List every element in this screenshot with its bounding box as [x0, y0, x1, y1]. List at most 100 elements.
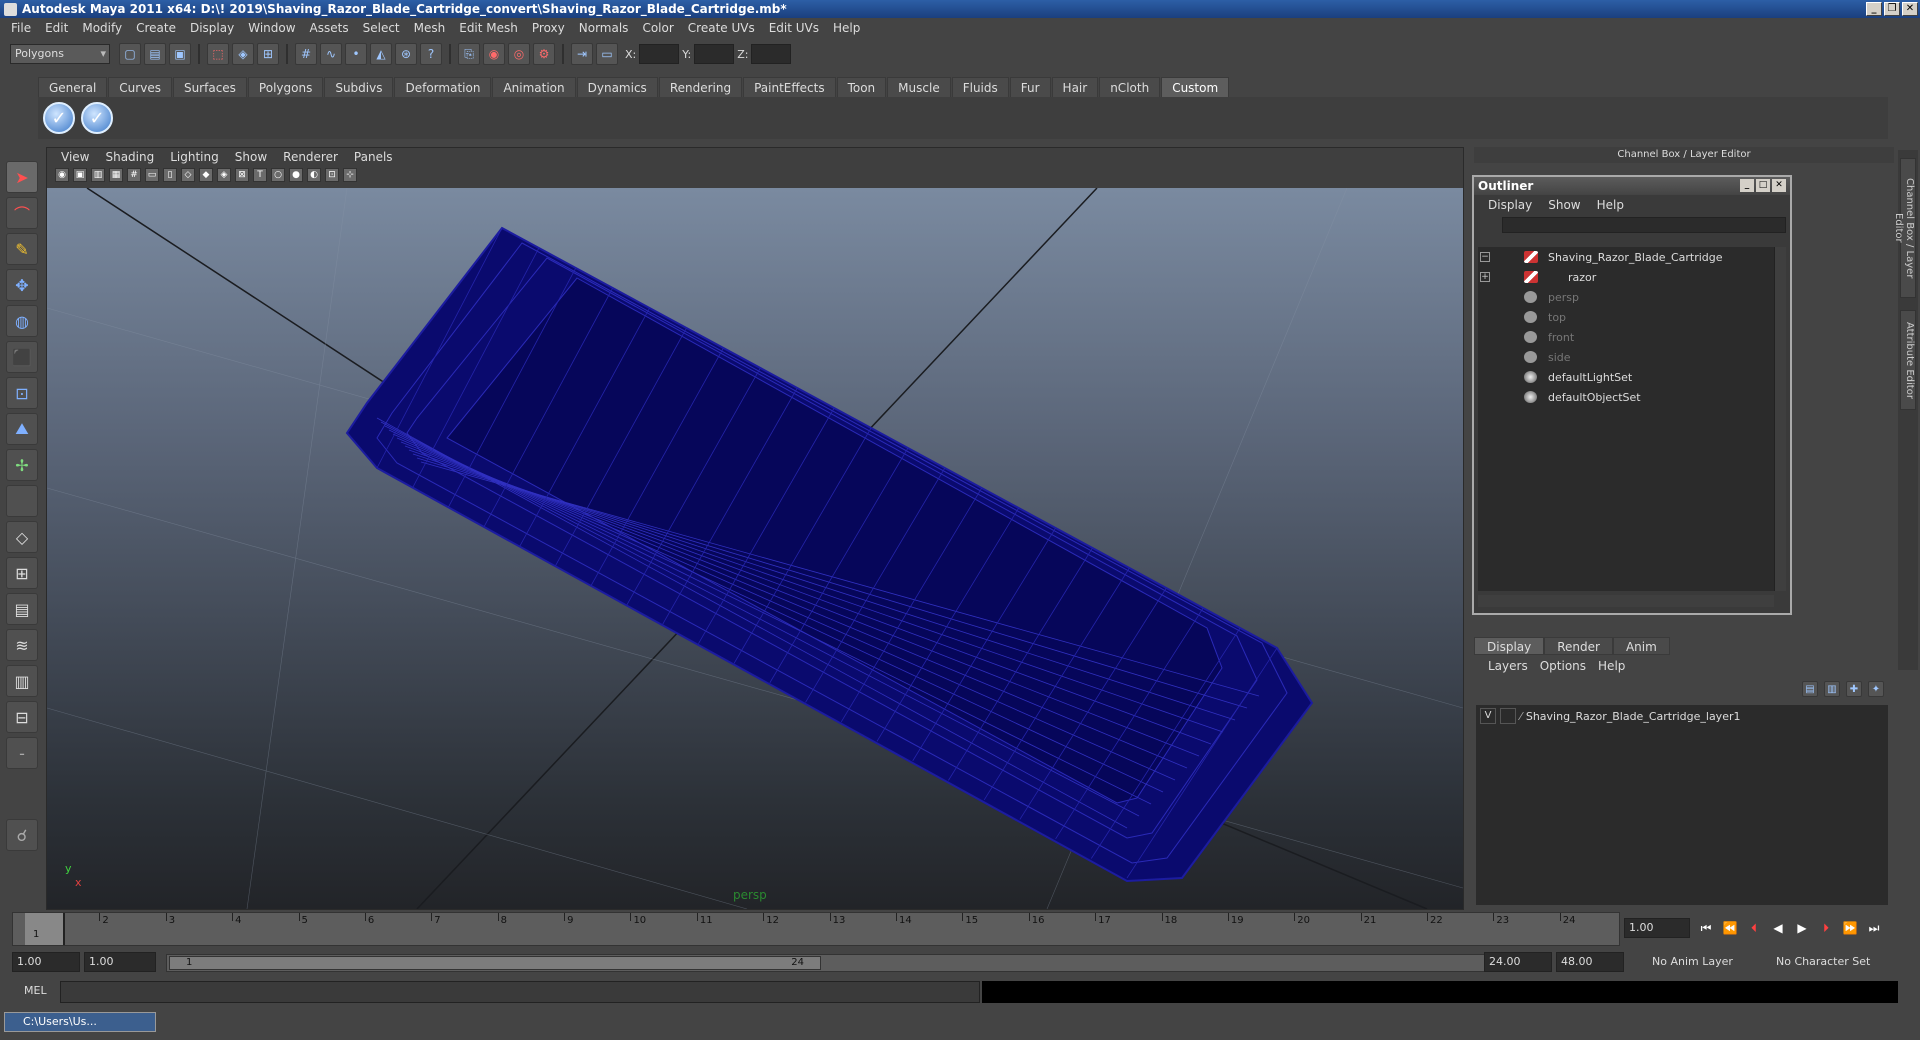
- soft-modify-tool-icon[interactable]: ⛰: [6, 413, 38, 445]
- menu-color[interactable]: Color: [635, 21, 680, 35]
- viewport-menu-show[interactable]: Show: [227, 150, 275, 164]
- tab-toon[interactable]: Toon: [836, 77, 887, 97]
- step-back-key-icon[interactable]: ⏪: [1722, 920, 1738, 936]
- menu-proxy[interactable]: Proxy: [525, 21, 572, 35]
- save-scene-icon[interactable]: ▣: [169, 43, 191, 65]
- tab-muscle[interactable]: Muscle: [887, 77, 951, 97]
- menu-normals[interactable]: Normals: [572, 21, 636, 35]
- expand-toggle[interactable]: +: [1480, 272, 1490, 282]
- isolate-select-icon[interactable]: ⊡: [325, 168, 339, 182]
- tab-custom[interactable]: Custom: [1161, 77, 1230, 97]
- lasso-tool-icon[interactable]: ⌒: [6, 197, 38, 229]
- custom-shelf-check-icon[interactable]: ✓: [43, 102, 75, 134]
- rotate-tool-icon[interactable]: ◍: [6, 305, 38, 337]
- restore-button[interactable]: ❐: [1884, 2, 1900, 16]
- tab-render-layers[interactable]: Render: [1544, 637, 1613, 655]
- time-slider[interactable]: 123456789101112131415161718192021222324 …: [12, 912, 1620, 946]
- outliner-horizontal-scrollbar[interactable]: [1478, 595, 1774, 607]
- resolution-gate-icon[interactable]: ▯: [163, 168, 177, 182]
- menu-mesh[interactable]: Mesh: [407, 21, 453, 35]
- range-start-field[interactable]: 1.00: [12, 952, 80, 972]
- character-set-selector[interactable]: No Character Set: [1772, 952, 1890, 972]
- outliner-menu-display[interactable]: Display: [1480, 198, 1540, 212]
- show-manipulator-icon[interactable]: ✢: [6, 449, 38, 481]
- outliner-item[interactable]: defaultObjectSet: [1478, 387, 1774, 407]
- tab-anim-layers[interactable]: Anim: [1612, 637, 1670, 655]
- menu-edit[interactable]: Edit: [38, 21, 75, 35]
- absolute-transform-icon[interactable]: ▭: [596, 43, 618, 65]
- close-button[interactable]: ✕: [1902, 2, 1918, 16]
- manipulator-tool-icon[interactable]: ⊡: [6, 377, 38, 409]
- use-default-light-icon[interactable]: ○: [271, 168, 285, 182]
- select-component-icon[interactable]: ⊞: [257, 43, 279, 65]
- viewport-menu-shading[interactable]: Shading: [97, 150, 162, 164]
- move-layer-down-icon[interactable]: ▥: [1824, 681, 1840, 697]
- layer-menu-help[interactable]: Help: [1592, 659, 1631, 673]
- snap-point-icon[interactable]: •: [345, 43, 367, 65]
- current-frame-field[interactable]: 1.00: [1624, 918, 1690, 938]
- tab-dynamics[interactable]: Dynamics: [576, 77, 658, 97]
- menu-set-selector[interactable]: Polygons: [10, 44, 110, 64]
- film-gate-icon[interactable]: ▭: [145, 168, 159, 182]
- layer-visibility-toggle[interactable]: V: [1480, 708, 1496, 724]
- range-slider[interactable]: 1 24: [166, 954, 1486, 972]
- range-end-field[interactable]: 48.00: [1556, 952, 1624, 972]
- perspective-viewport[interactable]: persp y x: [47, 188, 1463, 909]
- menu-edit-mesh[interactable]: Edit Mesh: [452, 21, 525, 35]
- tab-attribute-editor[interactable]: Attribute Editor: [1900, 310, 1916, 410]
- outliner-item[interactable]: top: [1478, 307, 1774, 327]
- camera-select-icon[interactable]: ◉: [55, 168, 69, 182]
- new-scene-icon[interactable]: ▢: [119, 43, 141, 65]
- custom-layout-icon[interactable]: ⊟: [6, 701, 38, 733]
- tab-surfaces[interactable]: Surfaces: [172, 77, 247, 97]
- command-input[interactable]: [60, 981, 980, 1003]
- select-object-icon[interactable]: ◈: [232, 43, 254, 65]
- input-line-icon[interactable]: ⇥: [571, 43, 593, 65]
- menu-create-uvs[interactable]: Create UVs: [681, 21, 762, 35]
- single-perspective-layout-icon[interactable]: ◇: [6, 521, 38, 553]
- outliner-item[interactable]: − Shaving_Razor_Blade_Cartridge: [1478, 247, 1774, 267]
- construction-history-icon[interactable]: ⎘: [458, 43, 480, 65]
- scale-tool-icon[interactable]: ⬛: [6, 341, 38, 373]
- tab-general[interactable]: General: [38, 77, 108, 97]
- tab-ncloth[interactable]: nCloth: [1099, 77, 1161, 97]
- snap-grid-icon[interactable]: #: [295, 43, 317, 65]
- paint-select-tool-icon[interactable]: ✎: [6, 233, 38, 265]
- go-to-end-icon[interactable]: ⏭: [1866, 920, 1882, 936]
- move-tool-icon[interactable]: ✥: [6, 269, 38, 301]
- viewport-menu-lighting[interactable]: Lighting: [162, 150, 227, 164]
- menu-window[interactable]: Window: [241, 21, 302, 35]
- minimized-window-button[interactable]: C:\Users\Us...: [4, 1012, 156, 1032]
- step-forward-frame-icon[interactable]: ⏵: [1818, 920, 1834, 936]
- tab-hair[interactable]: Hair: [1051, 77, 1099, 97]
- menu-file[interactable]: File: [4, 21, 38, 35]
- menu-create[interactable]: Create: [129, 21, 183, 35]
- playback-start-field[interactable]: 1.00: [84, 952, 156, 972]
- outliner-item[interactable]: front: [1478, 327, 1774, 347]
- z-field[interactable]: [751, 44, 792, 64]
- viewport-menu-view[interactable]: View: [53, 150, 97, 164]
- go-to-start-icon[interactable]: ⏮: [1698, 920, 1714, 936]
- new-layer-icon[interactable]: ✚: [1846, 681, 1862, 697]
- outliner-close-button[interactable]: ✕: [1772, 179, 1786, 192]
- snap-curve-icon[interactable]: ∿: [320, 43, 342, 65]
- menu-edit-uvs[interactable]: Edit UVs: [762, 21, 826, 35]
- tab-subdivs[interactable]: Subdivs: [324, 77, 394, 97]
- tab-fluids[interactable]: Fluids: [951, 77, 1009, 97]
- outliner-persp-layout-icon[interactable]: ▤: [6, 593, 38, 625]
- outliner-menu-help[interactable]: Help: [1589, 198, 1632, 212]
- menu-help[interactable]: Help: [826, 21, 867, 35]
- image-plane-icon[interactable]: ▦: [109, 168, 123, 182]
- ipr-render-icon[interactable]: ◎: [508, 43, 530, 65]
- layer-menu-layers[interactable]: Layers: [1482, 659, 1534, 673]
- menu-assets[interactable]: Assets: [303, 21, 356, 35]
- playback-end-field[interactable]: 24.00: [1484, 952, 1552, 972]
- use-all-lights-icon[interactable]: ●: [289, 168, 303, 182]
- minimize-button[interactable]: _: [1866, 2, 1882, 16]
- last-tool-icon[interactable]: [6, 485, 38, 517]
- custom-shelf-check-icon[interactable]: ✓: [81, 102, 113, 134]
- tab-rendering[interactable]: Rendering: [658, 77, 743, 97]
- command-language-label[interactable]: MEL: [24, 984, 47, 997]
- menu-modify[interactable]: Modify: [75, 21, 129, 35]
- outliner-item[interactable]: + razor: [1478, 267, 1774, 287]
